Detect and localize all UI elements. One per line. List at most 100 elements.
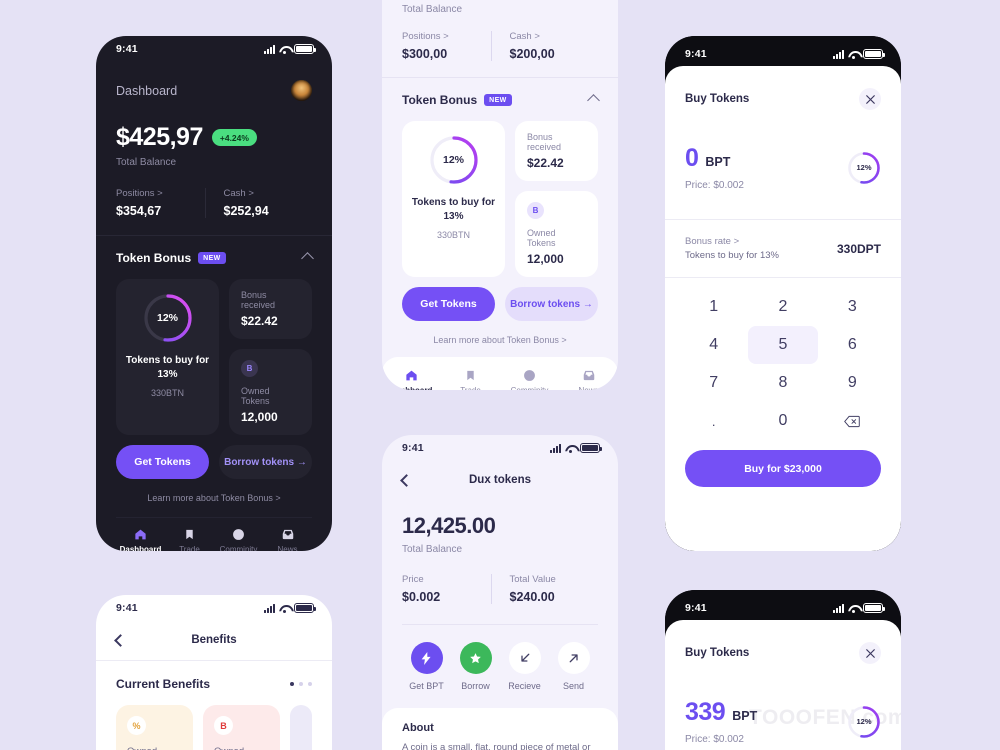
nav-bar: Benefits bbox=[96, 621, 332, 661]
owned-tokens-label: Owned Tokens bbox=[527, 228, 556, 248]
sheet-title: Buy Tokens bbox=[685, 647, 750, 659]
action-get-bpt[interactable]: Get BPT bbox=[402, 642, 451, 691]
nav-item-trade[interactable]: Trade bbox=[441, 368, 500, 390]
percent-icon: % bbox=[127, 716, 146, 735]
learn-more-link[interactable]: Learn more about Token Bonus > bbox=[116, 493, 312, 503]
stat-positions[interactable]: Positions > $354,67 bbox=[116, 188, 205, 218]
tokens-to-buy-sub: 330BTN bbox=[436, 230, 471, 240]
key-decimal[interactable]: . bbox=[679, 402, 748, 440]
arrow-down-left-icon bbox=[508, 642, 541, 674]
key-0[interactable]: 0 bbox=[748, 402, 817, 440]
nav-item-news[interactable]: News bbox=[559, 368, 618, 390]
action-label: Recieve bbox=[508, 681, 541, 691]
bookmark-icon bbox=[441, 368, 500, 382]
status-bar: 9:41 bbox=[96, 595, 332, 621]
chevron-up-icon[interactable] bbox=[587, 93, 600, 107]
bonus-rate-row[interactable]: Bonus rate > Tokens to buy for 13% 330DP… bbox=[665, 219, 901, 277]
cellular-icon bbox=[264, 603, 275, 613]
benefit-label: Owned Tokens bbox=[127, 746, 182, 750]
nav-label: Dashboard bbox=[382, 386, 441, 390]
token-bonus-header[interactable]: Token Bonus NEW bbox=[402, 93, 600, 107]
status-time: 9:41 bbox=[685, 48, 707, 60]
key-9[interactable]: 9 bbox=[818, 364, 887, 402]
stat-total-value: Total Value $240.00 bbox=[490, 574, 599, 604]
key-1[interactable]: 1 bbox=[679, 288, 748, 326]
phone-dashboard-light: Total Balance Positions > $300,00 Cash >… bbox=[382, 0, 618, 390]
section-header: Current Benefits bbox=[116, 677, 312, 691]
sheet-header: Buy Tokens bbox=[685, 620, 881, 664]
close-icon[interactable] bbox=[859, 642, 881, 664]
get-tokens-button[interactable]: Get Tokens bbox=[116, 445, 209, 479]
owned-tokens-value: 12,000 bbox=[527, 252, 564, 266]
nav-label: Comminity bbox=[500, 386, 559, 390]
status-time: 9:41 bbox=[402, 442, 424, 454]
amount-value: 0 bbox=[685, 144, 699, 172]
nav-item-dashboard[interactable]: Dashboard bbox=[382, 368, 441, 390]
key-3[interactable]: 3 bbox=[818, 288, 887, 326]
learn-more-link[interactable]: Learn more about Token Bonus > bbox=[402, 335, 598, 345]
nav-label: Dashboard bbox=[119, 545, 162, 551]
nav-item-dashboard[interactable]: Dashboard bbox=[116, 527, 165, 551]
inbox-icon bbox=[559, 368, 618, 382]
borrow-tokens-button[interactable]: Borrow tokens → bbox=[505, 287, 598, 321]
total-balance-label: Total Balance bbox=[402, 544, 463, 555]
phone-dux-tokens: 9:41 Dux tokens 12,425.00 Total Balance … bbox=[382, 435, 618, 750]
dashboard-header: Dashboard bbox=[116, 80, 312, 101]
key-8[interactable]: 8 bbox=[748, 364, 817, 402]
backspace-icon[interactable] bbox=[818, 402, 887, 440]
cellular-icon bbox=[833, 603, 844, 613]
cellular-icon bbox=[264, 44, 275, 54]
token-bonus-actions: Get Tokens Borrow tokens → bbox=[402, 287, 598, 321]
page-title: Dashboard bbox=[116, 83, 178, 98]
benefit-card-peek[interactable] bbox=[290, 705, 312, 750]
borrow-tokens-button[interactable]: Borrow tokens → bbox=[219, 445, 312, 479]
key-4[interactable]: 4 bbox=[679, 326, 748, 364]
clock-icon bbox=[500, 368, 559, 382]
key-7[interactable]: 7 bbox=[679, 364, 748, 402]
owned-tokens-card: B Owned Tokens 12,000 bbox=[229, 349, 312, 435]
action-recieve[interactable]: Recieve bbox=[500, 642, 549, 691]
status-time: 9:41 bbox=[685, 602, 707, 614]
nav-item-community[interactable]: Comminity bbox=[214, 527, 263, 551]
home-icon bbox=[116, 527, 165, 541]
progress-ring: 12% bbox=[142, 292, 194, 344]
bolt-icon bbox=[410, 642, 443, 674]
nav-item-trade[interactable]: Trade bbox=[165, 527, 214, 551]
nav-bar: Dux tokens bbox=[400, 473, 598, 487]
bonus-rate-label: Bonus rate > bbox=[685, 236, 740, 247]
section-title: Current Benefits bbox=[116, 677, 211, 691]
progress-ring: 12% bbox=[428, 134, 480, 186]
benefit-card[interactable]: B Owned Tokens bbox=[203, 705, 280, 750]
total-balance-label: Total Balance bbox=[402, 4, 463, 15]
stat-cash[interactable]: Cash > $252,94 bbox=[204, 188, 313, 218]
bonus-received-value: $22.42 bbox=[241, 314, 278, 328]
star-icon bbox=[459, 642, 492, 674]
chevron-up-icon[interactable] bbox=[301, 251, 314, 265]
nav-item-news[interactable]: News bbox=[263, 527, 312, 551]
status-bar: 9:41 bbox=[665, 595, 901, 621]
benefit-card[interactable]: % Owned Tokens bbox=[116, 705, 193, 750]
key-6[interactable]: 6 bbox=[818, 326, 887, 364]
buy-cta-button[interactable]: Buy for $23,000 bbox=[685, 450, 881, 487]
tokens-to-buy-sub: 330BTN bbox=[150, 388, 185, 398]
token-bonus-header[interactable]: Token Bonus NEW bbox=[116, 251, 314, 265]
stats-row: Positions > $354,67 Cash > $252,94 bbox=[116, 188, 312, 218]
stat-positions[interactable]: Positions > $300,00 bbox=[402, 31, 491, 61]
carousel-dots[interactable] bbox=[290, 682, 312, 686]
stat-value: $0.002 bbox=[402, 590, 441, 604]
get-tokens-button[interactable]: Get Tokens bbox=[402, 287, 495, 321]
bonus-rate-sub: Tokens to buy for 13% bbox=[685, 250, 779, 261]
action-borrow[interactable]: Borrow bbox=[451, 642, 500, 691]
stat-cash[interactable]: Cash > $200,00 bbox=[490, 31, 599, 61]
nav-item-community[interactable]: Comminity bbox=[500, 368, 559, 390]
status-bar: 9:41 bbox=[96, 36, 332, 62]
avatar[interactable] bbox=[291, 80, 312, 101]
battery-icon bbox=[863, 49, 885, 59]
stat-label: Positions > bbox=[402, 31, 449, 42]
status-bar: 9:41 bbox=[665, 41, 901, 67]
key-2[interactable]: 2 bbox=[748, 288, 817, 326]
key-5[interactable]: 5 bbox=[748, 326, 818, 364]
close-icon[interactable] bbox=[859, 88, 881, 110]
progress-ring: 12% bbox=[847, 705, 881, 739]
action-send[interactable]: Send bbox=[549, 642, 598, 691]
